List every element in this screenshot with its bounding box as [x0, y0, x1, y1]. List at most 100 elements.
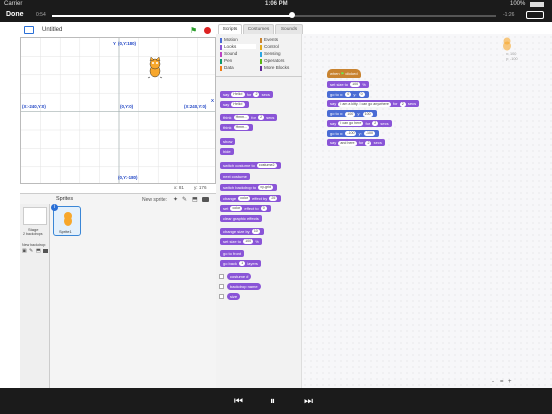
upload-backdrop-icon[interactable]: ⬒: [36, 248, 41, 254]
block-input[interactable]: 0: [260, 206, 267, 212]
scrubber-track[interactable]: [52, 15, 496, 17]
cat-sprite[interactable]: [146, 57, 164, 79]
palette-block[interactable]: think Hmm... for 2 secs: [220, 114, 278, 121]
block-input[interactable]: Hmm...: [233, 125, 250, 131]
sprite-tile[interactable]: i Sprite1: [51, 204, 81, 236]
palette-block[interactable]: hide: [220, 148, 234, 155]
scrubber-knob[interactable]: [288, 12, 295, 18]
zoom-out-button[interactable]: -: [492, 379, 494, 385]
palette-block[interactable]: set size to 100 %: [220, 238, 262, 245]
palette-block[interactable]: next costume: [220, 173, 250, 180]
info-icon[interactable]: i: [51, 204, 58, 211]
palette-block[interactable]: size: [227, 293, 241, 300]
palette-block[interactable]: change size by 10: [220, 228, 264, 235]
reporter-checkbox[interactable]: [219, 284, 224, 289]
block-text: set size to: [223, 239, 242, 244]
backdrop-library-icon[interactable]: ▣: [22, 248, 27, 254]
pause-icon[interactable]: ⏸: [270, 396, 275, 407]
block-input[interactable]: 2: [399, 101, 406, 107]
tab-sounds[interactable]: Sounds: [275, 24, 303, 34]
block-input[interactable]: I am a kitty. I can go anywhere: [338, 101, 391, 107]
block-input[interactable]: 2: [365, 140, 372, 146]
stage-toggle-icon[interactable]: [24, 26, 34, 34]
zoom-in-button[interactable]: +: [508, 379, 512, 385]
block-text: for: [365, 120, 371, 126]
script-block[interactable]: go to x: -100 y: -100: [327, 129, 380, 137]
upload-sprite-icon[interactable]: ⬒: [192, 196, 198, 203]
block-input[interactable]: 2: [372, 121, 379, 127]
fullscreen-icon[interactable]: [526, 11, 544, 19]
block-input[interactable]: 2: [258, 115, 265, 121]
palette-block[interactable]: switch costume to costume2: [220, 162, 281, 169]
palette-block[interactable]: say Hello! for 2 secs: [220, 91, 273, 98]
script-block[interactable]: say I am a kitty. I can go anywhere for …: [327, 100, 420, 108]
block-input[interactable]: costume2: [256, 163, 277, 169]
tab-costumes[interactable]: Costumes: [243, 24, 274, 34]
reporter-checkbox[interactable]: [219, 274, 224, 279]
palette-block[interactable]: costume #: [227, 273, 252, 280]
block-input[interactable]: Hmm...: [233, 115, 250, 121]
block-input[interactable]: 10: [251, 229, 260, 235]
zoom-reset-button[interactable]: =: [500, 379, 504, 385]
stage-thumbnail[interactable]: [23, 207, 47, 225]
scripts-area[interactable]: when ⚑ clicked set size to 100 % go to x:…: [302, 34, 552, 388]
script-block[interactable]: go to x: 0 y: 0: [327, 90, 369, 98]
camera-sprite-icon[interactable]: [202, 197, 209, 202]
block-input[interactable]: 25: [269, 196, 278, 202]
block-text: clicked: [345, 71, 358, 76]
script-block[interactable]: say and here for 2 secs: [327, 139, 385, 147]
paint-sprite-icon[interactable]: ✎: [182, 196, 187, 203]
palette-block[interactable]: set color effect to 0: [220, 205, 271, 212]
block-text: set: [223, 206, 229, 211]
block-input[interactable]: I can go here: [338, 121, 364, 127]
block-input[interactable]: and here: [338, 140, 357, 146]
script-block[interactable]: set size to 100 %: [327, 81, 369, 88]
block-input[interactable]: 0: [345, 92, 352, 98]
palette-block[interactable]: clear graphic effects: [220, 215, 262, 222]
palette-block[interactable]: go to front: [220, 250, 245, 257]
when-flag-clicked-block[interactable]: when ⚑ clicked: [327, 69, 361, 78]
done-button[interactable]: Done: [6, 11, 24, 18]
camera-backdrop-icon[interactable]: [43, 249, 48, 253]
palette-block[interactable]: say Hello!: [220, 101, 249, 108]
block-input[interactable]: -100: [345, 130, 357, 136]
block-input[interactable]: color: [230, 206, 243, 212]
block-input[interactable]: Hello!: [231, 102, 245, 108]
block-text: go to front: [223, 251, 242, 256]
block-input[interactable]: xy-grid: [258, 185, 274, 191]
block-input[interactable]: 100: [350, 82, 361, 88]
block-text: %: [362, 82, 366, 87]
reporter-checkbox[interactable]: [219, 294, 224, 299]
block-text: secs: [266, 115, 275, 120]
green-flag-icon[interactable]: ⚑: [190, 26, 197, 35]
palette-block[interactable]: go back 1 layers: [220, 260, 261, 267]
stop-icon[interactable]: [204, 27, 211, 34]
block-input[interactable]: 2: [253, 92, 260, 98]
video-player-bar: Done 0:54 -1:26: [0, 9, 552, 22]
paint-backdrop-icon[interactable]: ✎: [29, 248, 33, 254]
palette-block[interactable]: change color effect by 25: [220, 195, 282, 202]
x-axis-letter: X: [211, 98, 214, 103]
script-block[interactable]: go to x: 100 y: 100: [327, 110, 377, 118]
block-input[interactable]: 0: [358, 92, 365, 98]
fast-forward-icon[interactable]: ⏭: [304, 396, 313, 407]
block-input[interactable]: 100: [243, 239, 254, 245]
block-text: for: [251, 115, 256, 120]
block-input[interactable]: 1: [239, 261, 246, 267]
block-text: go to x:: [330, 130, 344, 136]
script-stack: when ⚑ clicked set size to 100 % go to x:…: [302, 34, 502, 154]
tab-scripts[interactable]: Scripts: [218, 24, 242, 34]
block-input[interactable]: Hello!: [231, 92, 245, 98]
block-input[interactable]: -100: [363, 130, 376, 136]
stage[interactable]: (0,Y:180) Y (0,Y:-180) (X:-240,Y:0) (X:2…: [20, 37, 216, 184]
block-input[interactable]: color: [238, 196, 251, 202]
rewind-icon[interactable]: ⏮: [234, 396, 243, 407]
palette-block[interactable]: think Hmm...: [220, 124, 254, 131]
block-input[interactable]: 100: [362, 111, 373, 117]
sprite-library-icon[interactable]: ✦: [173, 196, 178, 203]
palette-block[interactable]: switch backdrop to xy-grid: [220, 184, 278, 191]
palette-block[interactable]: backdrop name: [227, 283, 261, 290]
script-block[interactable]: say I can go here for 2 secs: [327, 119, 392, 127]
block-input[interactable]: 100: [345, 111, 356, 117]
palette-block[interactable]: show: [220, 138, 236, 145]
